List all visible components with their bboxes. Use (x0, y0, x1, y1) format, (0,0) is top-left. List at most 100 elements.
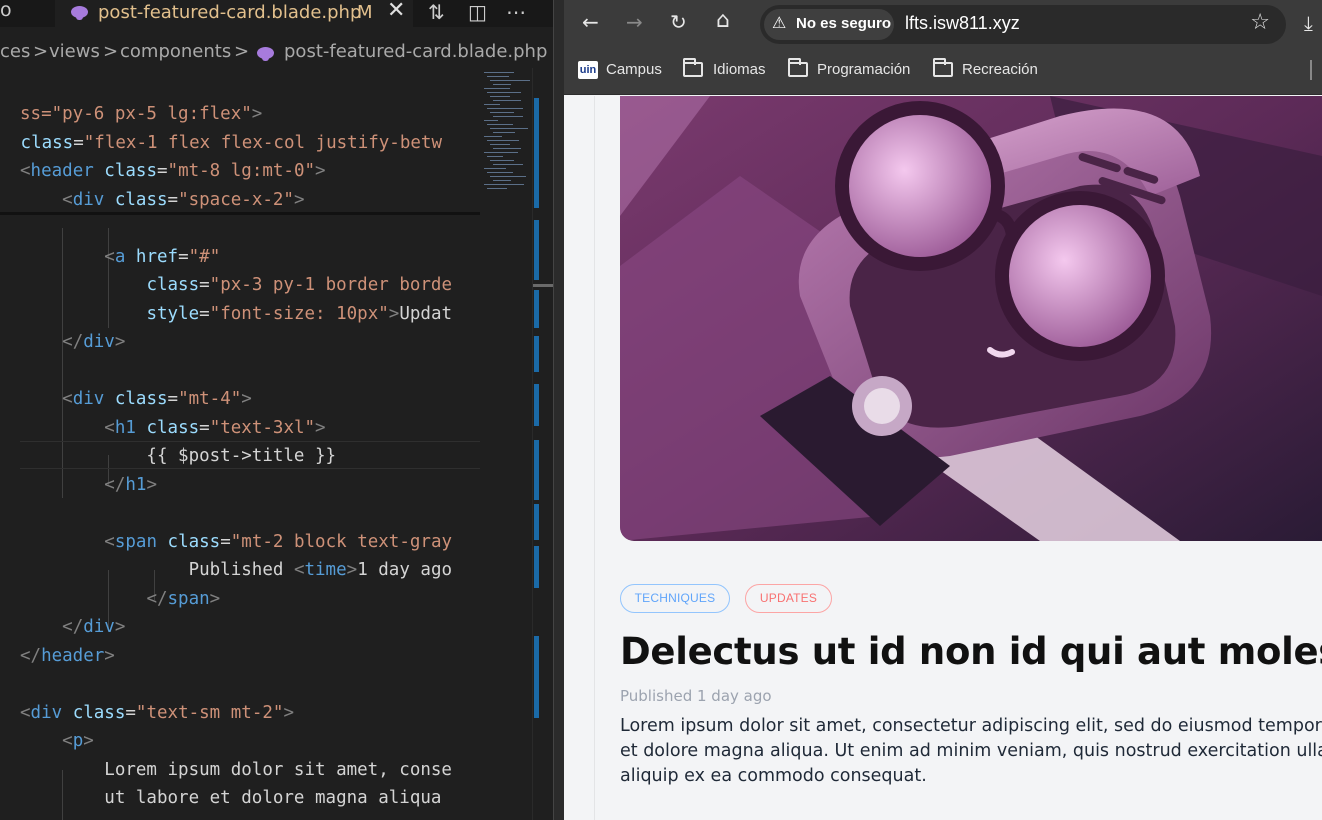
tab-file-name: post-featured-card.blade.php (98, 2, 362, 23)
bookmarks-separator (1310, 60, 1312, 80)
minimap-line (493, 148, 521, 149)
code-line[interactable]: </header> (20, 642, 115, 670)
code-line[interactable]: <a href="#" (20, 243, 220, 271)
php-file-icon (71, 6, 88, 20)
minimap-line (484, 136, 502, 137)
minimap-line (487, 108, 523, 109)
code-line[interactable]: </div> (20, 613, 125, 641)
modified-marker: M (357, 2, 373, 23)
browser-toolbar: ← → ↻ ⌂ ⚠ No es seguro lfts.isw811.xyz ☆… (564, 0, 1322, 48)
scrollbar-change-marker (534, 290, 539, 328)
code-line[interactable]: <span class="mt-2 block text-gray (20, 528, 452, 556)
window-divider (553, 0, 564, 820)
bookmark-recreacion[interactable]: Recreación (962, 61, 1038, 78)
content-border (594, 96, 595, 820)
breadcrumb-separator: > (103, 41, 119, 62)
minimap-line (484, 168, 506, 169)
warning-icon: ⚠ (772, 13, 787, 32)
code-line[interactable]: class="flex-1 flex flex-col justify-betw (10, 129, 442, 157)
bookmark-programacion[interactable]: Programación (817, 61, 910, 78)
minimap-line (490, 160, 514, 161)
security-label: No es seguro (796, 15, 892, 32)
minimap-line (493, 84, 511, 85)
code-line[interactable]: </h1> (20, 471, 157, 499)
forward-icon[interactable]: → (626, 10, 643, 34)
scrollbar-thumb[interactable] (533, 284, 553, 287)
bookmark-campus[interactable]: Campus (606, 61, 662, 78)
page-content: TECHNIQUES UPDATES Delectus ut id non id… (564, 96, 1322, 820)
code-area[interactable]: ss="py-6 px-5 lg:flex"> class="flex-1 fl… (0, 100, 480, 820)
minimap-line (493, 100, 521, 101)
code-line[interactable]: class="px-3 py-1 border borde (20, 271, 452, 299)
folder-icon (788, 58, 808, 77)
tab-post-featured-card[interactable]: post-featured-card.blade.php M ✕ (55, 0, 413, 27)
code-line[interactable] (20, 214, 104, 242)
folder-icon (933, 58, 953, 77)
scrollbar-change-marker (534, 504, 539, 540)
code-line[interactable]: <header class="mt-8 lg:mt-0"> (20, 157, 326, 185)
minimap-line (484, 104, 500, 105)
post-featured-image (620, 96, 1322, 541)
code-line[interactable]: style="font-size: 10px">Updat (20, 300, 452, 328)
editor-scrollbar[interactable] (532, 68, 553, 820)
minimap-line (490, 144, 510, 145)
sticky-scroll-divider (0, 212, 480, 215)
bookmark-star-icon[interactable]: ☆ (1250, 10, 1270, 35)
minimap-line (487, 140, 519, 141)
code-line[interactable]: <p> (20, 727, 94, 755)
scrollbar-change-marker (534, 636, 539, 718)
back-icon[interactable]: ← (582, 10, 599, 34)
code-line[interactable]: </div> (20, 328, 125, 356)
breadcrumb-item-resources[interactable]: ces (0, 41, 30, 62)
download-icon[interactable]: ⤓ (1304, 11, 1313, 35)
minimap-line (487, 188, 507, 189)
post-excerpt-line: aliquip ex ea commodo consequat. (620, 766, 927, 786)
breadcrumb-item-file[interactable]: post-featured-card.blade.php (284, 41, 547, 62)
post-title[interactable]: Delectus ut id non id qui aut molestias. (620, 630, 1322, 673)
minimap-line (487, 92, 521, 93)
address-bar[interactable]: ⚠ No es seguro lfts.isw811.xyz ☆ (760, 5, 1286, 44)
minimap-line (490, 128, 528, 129)
scrollbar-change-marker (534, 156, 539, 208)
minimap-line (493, 164, 523, 165)
more-actions-icon[interactable]: ⋯ (506, 0, 526, 24)
minimap-line (490, 176, 526, 177)
code-line[interactable]: ut labore et dolore magna aliqua (20, 784, 441, 812)
minimap[interactable] (480, 68, 532, 820)
close-tab-icon[interactable]: ✕ (387, 0, 405, 23)
minimap-line (490, 96, 510, 97)
code-line[interactable]: </span> (20, 585, 220, 613)
code-line[interactable]: Lorem ipsum dolor sit amet, conse (20, 756, 452, 784)
reload-icon[interactable]: ↻ (670, 10, 687, 34)
code-line[interactable]: <div class="text-sm mt-2"> (20, 699, 294, 727)
code-line[interactable]: Published <time>1 day ago (20, 556, 452, 584)
php-file-icon (257, 47, 274, 61)
tag-updates[interactable]: UPDATES (745, 584, 832, 613)
folder-icon (683, 58, 703, 77)
minimap-line (487, 124, 513, 125)
home-icon[interactable]: ⌂ (716, 8, 730, 33)
minimap-line (490, 80, 530, 81)
minimap-line (484, 152, 518, 153)
code-line[interactable]: <div class="mt-4"> (20, 385, 252, 413)
editor-tab-bar: o post-featured-card.blade.php M ✕ ⇅ ◫ ⋯ (0, 0, 553, 27)
campus-favicon-icon: uin (578, 61, 598, 79)
minimap-line (490, 112, 514, 113)
breadcrumb-item-views[interactable]: views (49, 41, 100, 62)
code-editor-window: o post-featured-card.blade.php M ✕ ⇅ ◫ ⋯… (0, 0, 553, 820)
browser-window: ← → ↻ ⌂ ⚠ No es seguro lfts.isw811.xyz ☆… (564, 0, 1322, 820)
url-text[interactable]: lfts.isw811.xyz (905, 13, 1020, 34)
bookmark-idiomas[interactable]: Idiomas (713, 61, 766, 78)
security-indicator[interactable]: ⚠ No es seguro (764, 9, 894, 40)
scrollbar-change-marker (534, 440, 539, 500)
code-line[interactable]: ss="py-6 px-5 lg:flex"> (20, 100, 262, 128)
minimap-line (493, 180, 511, 181)
previous-tab[interactable]: o (0, 0, 12, 21)
code-line[interactable]: <div class="space-x-2"> (20, 186, 304, 214)
code-line[interactable]: <h1 class="text-3xl"> (20, 414, 325, 442)
breadcrumb-item-components[interactable]: components (120, 41, 231, 62)
compare-changes-icon[interactable]: ⇅ (428, 0, 445, 24)
split-editor-icon[interactable]: ◫ (468, 0, 487, 24)
minimap-line (487, 76, 509, 77)
tag-techniques[interactable]: TECHNIQUES (620, 584, 730, 613)
